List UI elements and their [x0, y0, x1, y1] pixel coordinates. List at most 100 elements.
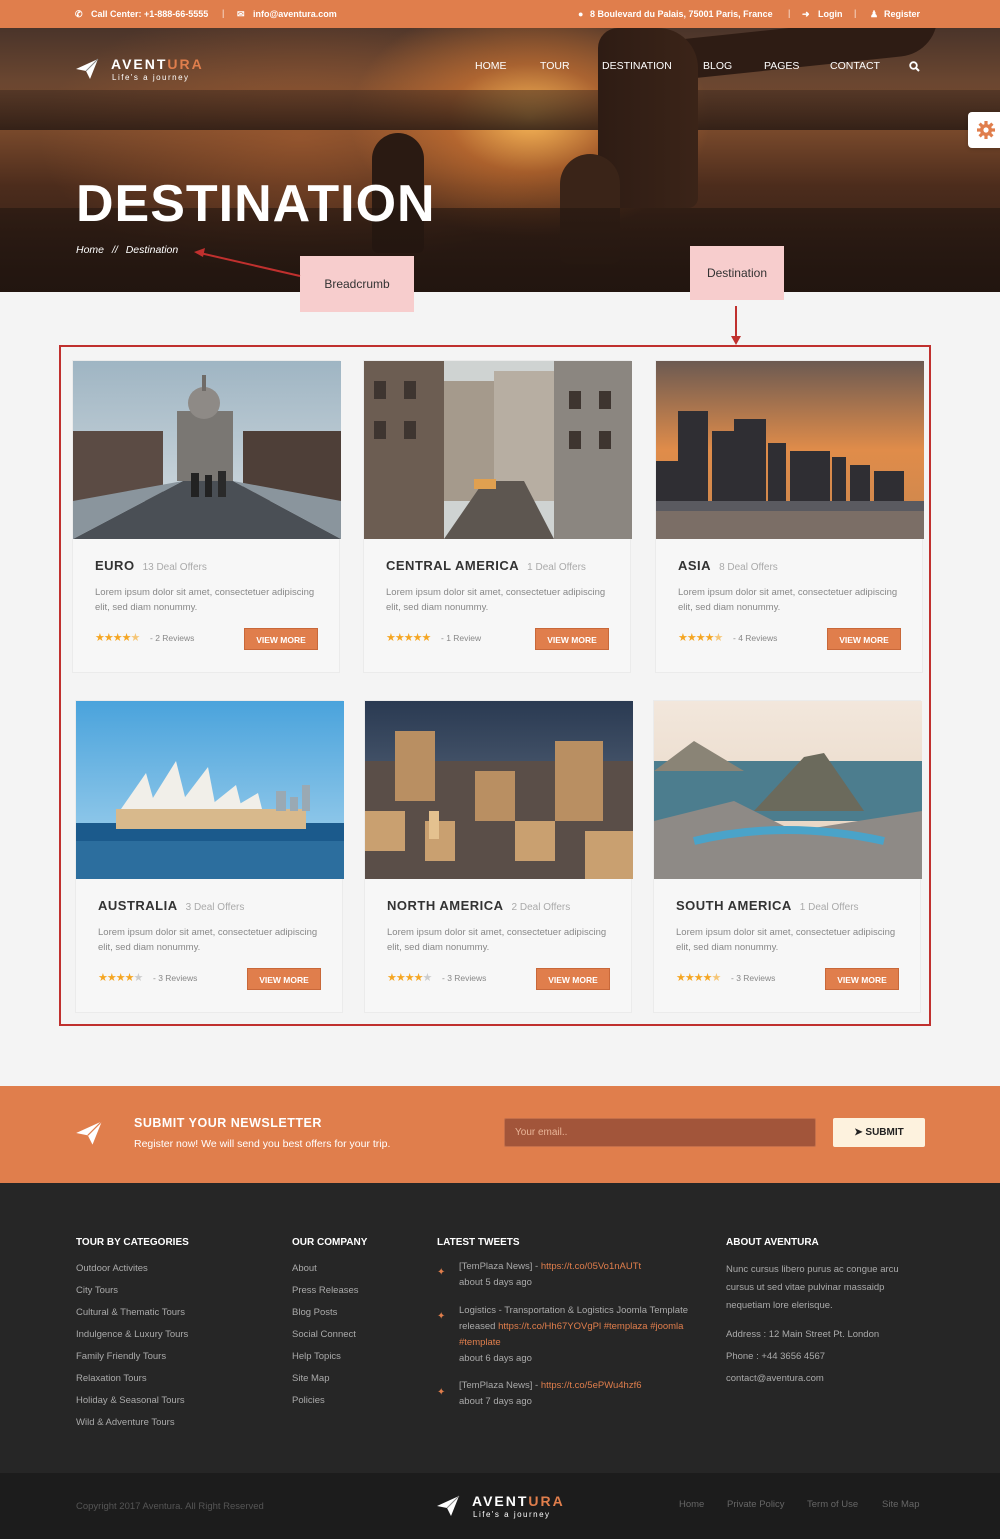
rating-stars: ★★★★★	[387, 972, 432, 984]
footer-link[interactable]: City Tours	[76, 1285, 118, 1296]
deal-offers-count: 13 Deal Offers	[142, 562, 207, 573]
destination-image-australia	[76, 701, 344, 879]
newsletter-submit-button[interactable]: ➤ SUBMIT	[833, 1118, 925, 1147]
tweet-link[interactable]: https://t.co/5ePWu4hzf6	[541, 1380, 642, 1391]
email-link[interactable]: contact@aventura.com	[726, 1373, 824, 1384]
reviews-count: - 4 Reviews	[733, 633, 778, 643]
brand-tagline: Life's a journey	[473, 1510, 551, 1519]
footer-link[interactable]: Wild & Adventure Tours	[76, 1417, 175, 1428]
view-more-button[interactable]: VIEW MORE	[247, 968, 321, 990]
paper-plane-icon	[437, 1495, 460, 1516]
destination-card-australia[interactable]: AUSTRALIA 3 Deal Offers Lorem ipsum dolor…	[75, 700, 344, 1013]
copyright-text: Copyright 2017 Aventura. All Right Reser…	[76, 1501, 264, 1512]
footer-heading: TOUR BY CATEGORIES	[76, 1237, 189, 1248]
rating-stars: ★★★★★	[98, 972, 143, 984]
footer-link[interactable]: Cultural & Thematic Tours	[76, 1307, 185, 1318]
destination-description: Lorem ipsum dolor sit amet, consectetuer…	[676, 927, 896, 953]
footer-link[interactable]: Blog Posts	[292, 1307, 337, 1318]
footer-heading: ABOUT AVENTURA	[726, 1237, 819, 1248]
destination-title: AUSTRALIA 3 Deal Offers	[98, 898, 245, 913]
address-text: Address : 12 Main Street Pt. London	[726, 1329, 880, 1340]
footer-link[interactable]: Outdoor Activites	[76, 1263, 148, 1274]
tweet: [TemPlaza News] - https://t.co/05Vo1nAUT…	[459, 1261, 642, 1288]
destination-description: Lorem ipsum dolor sit amet, consectetuer…	[387, 927, 607, 953]
tweet: Logistics - Transportation & Logistics J…	[459, 1305, 688, 1364]
view-more-button[interactable]: VIEW MORE	[535, 628, 609, 650]
destination-image-central-america	[364, 361, 632, 539]
tweet-link[interactable]: https://t.co/05Vo1nAUTt	[541, 1261, 641, 1272]
twitter-icon: ✦	[437, 1267, 446, 1278]
tweet-time: about 5 days ago	[459, 1277, 532, 1288]
destination-image-south-america	[654, 701, 922, 879]
destination-description: Lorem ipsum dolor sit amet, consectetuer…	[95, 587, 315, 613]
send-icon: ➤	[854, 1127, 863, 1138]
annotation-arrows	[194, 248, 741, 345]
destination-image-euro	[73, 361, 341, 539]
destination-title: EURO 13 Deal Offers	[95, 558, 207, 573]
footer-link[interactable]: Holiday & Seasonal Tours	[76, 1395, 185, 1406]
rating-stars: ★★★★★	[676, 972, 721, 984]
destination-title: ASIA 8 Deal Offers	[678, 558, 778, 573]
reviews-count: - 2 Reviews	[150, 633, 195, 643]
footer-link[interactable]: Family Friendly Tours	[76, 1351, 166, 1362]
footer-brand-logo[interactable]: AVENTURA Life's a journey	[436, 1493, 576, 1521]
bottom-link-site-map[interactable]: Site Map	[882, 1499, 920, 1510]
destination-description: Lorem ipsum dolor sit amet, consectetuer…	[98, 927, 318, 953]
view-more-button[interactable]: VIEW MORE	[827, 628, 901, 650]
destination-card-euro[interactable]: EURO 13 Deal Offers Lorem ipsum dolor sit…	[72, 360, 341, 673]
destination-title: NORTH AMERICA 2 Deal Offers	[387, 898, 571, 913]
footer-link[interactable]: About	[292, 1263, 317, 1274]
deal-offers-count: 2 Deal Offers	[511, 902, 571, 913]
deal-offers-count: 3 Deal Offers	[185, 902, 245, 913]
tweet-link[interactable]: https://t.co/Hh67YOVgPl	[498, 1321, 601, 1332]
bottom-bar: Copyright 2017 Aventura. All Right Reser…	[0, 1473, 1000, 1539]
rating-stars: ★★★★★	[386, 632, 431, 644]
phone-text: Phone : +44 3656 4567	[726, 1351, 826, 1362]
destination-image-north-america	[365, 701, 633, 879]
footer-heading: OUR COMPANY	[292, 1237, 368, 1248]
deal-offers-count: 8 Deal Offers	[719, 562, 778, 573]
footer: TOUR BY CATEGORIES Outdoor Activites Cit…	[0, 1183, 1000, 1473]
reviews-count: - 1 Review	[441, 633, 482, 643]
deal-offers-count: 1 Deal Offers	[799, 902, 859, 913]
destination-title: CENTRAL AMERICA 1 Deal Offers	[386, 558, 586, 573]
tweet-time: about 7 days ago	[459, 1396, 532, 1407]
twitter-icon: ✦	[437, 1387, 446, 1398]
rating-stars: ★★★★★	[678, 632, 723, 644]
rating-stars: ★★★★★	[95, 632, 140, 644]
twitter-icon: ✦	[437, 1311, 446, 1322]
newsletter-title: SUBMIT YOUR NEWSLETTER	[134, 1116, 322, 1130]
footer-link[interactable]: Indulgence & Luxury Tours	[76, 1329, 188, 1340]
about-text: Nunc cursus libero purus ac congue arcu …	[726, 1264, 899, 1311]
reviews-count: - 3 Reviews	[442, 973, 487, 983]
footer-link[interactable]: Relaxation Tours	[76, 1373, 147, 1384]
destination-title: SOUTH AMERICA 1 Deal Offers	[676, 898, 859, 913]
footer-link[interactable]: Policies	[292, 1395, 325, 1406]
footer-link[interactable]: Social Connect	[292, 1329, 356, 1340]
bottom-link-private-policy[interactable]: Private Policy	[727, 1499, 785, 1510]
footer-heading: LATEST TWEETS	[437, 1237, 520, 1248]
view-more-button[interactable]: VIEW MORE	[244, 628, 318, 650]
destination-card-asia[interactable]: ASIA 8 Deal Offers Lorem ipsum dolor sit …	[655, 360, 924, 673]
footer-link[interactable]: Press Releases	[292, 1285, 359, 1296]
brand-name: AVENTURA	[472, 1493, 565, 1509]
footer-link[interactable]: Help Topics	[292, 1351, 341, 1362]
destination-description: Lorem ipsum dolor sit amet, consectetuer…	[678, 587, 898, 613]
destination-description: Lorem ipsum dolor sit amet, consectetuer…	[386, 587, 606, 613]
newsletter-section: SUBMIT YOUR NEWSLETTER Register now! We …	[0, 1086, 1000, 1183]
tweet-time: about 6 days ago	[459, 1353, 532, 1364]
bottom-link-home[interactable]: Home	[679, 1499, 704, 1510]
destination-card-south-america[interactable]: SOUTH AMERICA 1 Deal Offers Lorem ipsum d…	[653, 700, 922, 1013]
newsletter-email-input[interactable]	[504, 1118, 816, 1147]
view-more-button[interactable]: VIEW MORE	[536, 968, 610, 990]
paper-plane-icon	[76, 1120, 103, 1145]
destination-card-central-america[interactable]: CENTRAL AMERICA 1 Deal Offers Lorem ipsum…	[363, 360, 632, 673]
view-more-button[interactable]: VIEW MORE	[825, 968, 899, 990]
destination-card-north-america[interactable]: NORTH AMERICA 2 Deal Offers Lorem ipsum d…	[364, 700, 633, 1013]
tweet: [TemPlaza News] - https://t.co/5ePWu4hzf…	[459, 1380, 642, 1407]
newsletter-subtitle: Register now! We will send you best offe…	[134, 1138, 391, 1150]
bottom-link-term-of-use[interactable]: Term of Use	[807, 1499, 858, 1510]
footer-link[interactable]: Site Map	[292, 1373, 330, 1384]
destination-image-asia	[656, 361, 924, 539]
reviews-count: - 3 Reviews	[731, 973, 776, 983]
